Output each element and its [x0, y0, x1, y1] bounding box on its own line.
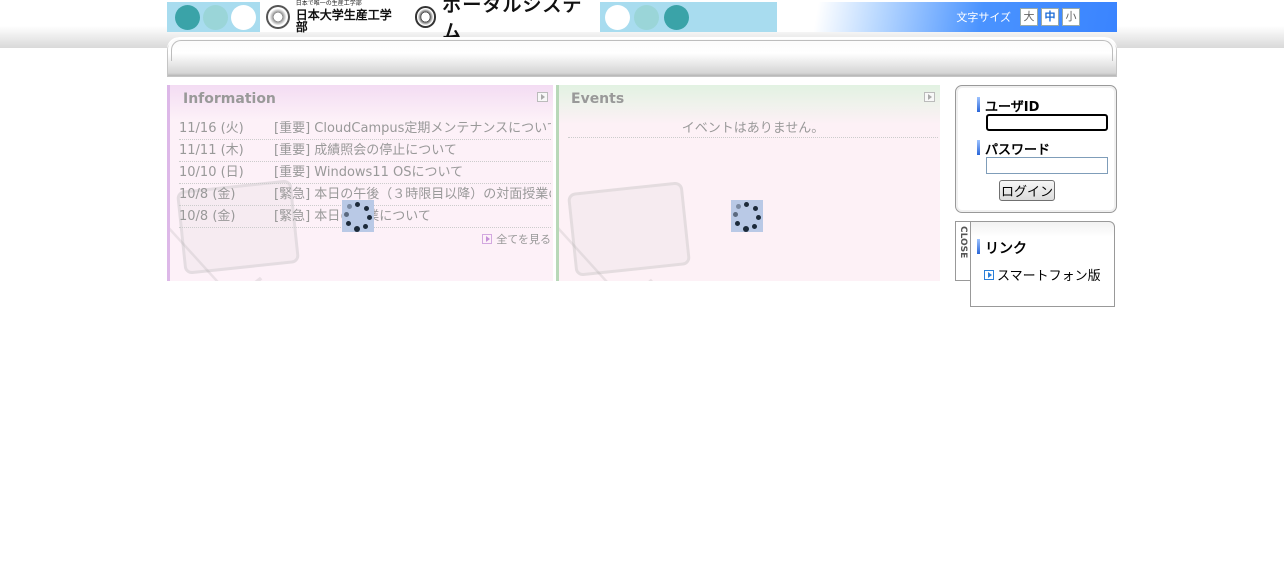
page-container: 日本で唯一の生産工学部 日本大学生産工学部 ポータルシステム 文字サイズ 大 中…: [167, 0, 1117, 584]
info-link[interactable]: [重要] CloudCampus定期メンテナンスについて: [274, 119, 551, 139]
close-links-tab[interactable]: CLOSE: [955, 221, 970, 281]
banner-circle: [175, 5, 200, 30]
banner-circle: [231, 5, 256, 30]
arrow-right-icon: [984, 269, 994, 280]
events-panel: Events イベントはありません。: [556, 85, 940, 281]
links-section: CLOSE リンク スマートフォン版: [955, 221, 1115, 307]
university-logo: 日本で唯一の生産工学部 日本大学生産工学部 ポータルシステム: [260, 0, 600, 43]
information-panel: Information 11/16 (火) [重要] CloudCampus定期…: [167, 85, 553, 281]
expand-events-icon[interactable]: [924, 92, 935, 102]
smartphone-version-link[interactable]: スマートフォン版: [984, 265, 1101, 284]
links-panel: リンク スマートフォン版: [970, 221, 1115, 307]
font-size-selector: 文字サイズ 大 中 小: [777, 2, 1117, 32]
font-size-large-button[interactable]: 大: [1020, 8, 1038, 26]
info-date: 11/16 (火): [179, 121, 244, 136]
link-label: スマートフォン版: [997, 269, 1101, 284]
portal-banner: 日本で唯一の生産工学部 日本大学生産工学部 ポータルシステム: [167, 0, 777, 43]
info-date: 10/10 (日): [179, 165, 244, 180]
banner-circle: [664, 5, 689, 30]
university-name: 日本大学生産工学部: [295, 8, 392, 34]
password-label: パスワード: [977, 139, 1050, 158]
info-link[interactable]: [緊急] 本日の授業について: [274, 207, 551, 227]
font-size-small-button[interactable]: 小: [1062, 8, 1080, 26]
links-title: リンク: [977, 238, 1027, 258]
user-id-label: ユーザID: [977, 96, 1039, 115]
see-all-link[interactable]: 全てを見る: [482, 231, 551, 247]
events-title: Events: [571, 91, 625, 107]
login-form: ユーザID パスワード ログイン: [955, 85, 1117, 213]
navigation-bar: [167, 37, 1117, 77]
banner-circle: [605, 5, 630, 30]
banner-circle: [634, 5, 659, 30]
info-link[interactable]: [緊急] 本日の午後（３時限目以降）の対面授業の: [274, 185, 551, 205]
list-item: 11/11 (木) [重要] 成績照会の停止について: [179, 141, 551, 162]
info-date: 11/11 (木): [179, 143, 244, 158]
info-link[interactable]: [重要] 成績照会の停止について: [274, 141, 551, 161]
arrow-right-icon: [482, 234, 493, 244]
font-size-label: 文字サイズ: [956, 11, 1011, 24]
info-date: 10/8 (金): [179, 209, 236, 224]
no-events-message: イベントはありません。: [568, 119, 938, 138]
loading-spinner-icon: [342, 200, 374, 232]
expand-information-icon[interactable]: [537, 92, 548, 102]
faculty-emblem-icon: [414, 6, 437, 28]
user-id-input[interactable]: [986, 114, 1108, 131]
envelope-watermark-icon: [566, 181, 692, 277]
list-item: 11/16 (火) [重要] CloudCampus定期メンテナンスについて: [179, 119, 551, 140]
see-all-label: 全てを見る: [496, 233, 551, 246]
information-title: Information: [183, 91, 276, 107]
login-button[interactable]: ログイン: [999, 180, 1055, 201]
password-input[interactable]: [986, 157, 1108, 174]
font-size-medium-button[interactable]: 中: [1041, 8, 1059, 26]
university-tagline: 日本で唯一の生産工学部: [295, 0, 362, 7]
info-link[interactable]: [重要] Windows11 OSについて: [274, 163, 551, 183]
banner-circle: [203, 5, 228, 30]
list-item: 10/10 (日) [重要] Windows11 OSについて: [179, 163, 551, 184]
loading-spinner-icon: [731, 200, 763, 232]
info-date: 10/8 (金): [179, 187, 236, 202]
close-label: CLOSE: [958, 226, 968, 259]
university-seal-icon: [266, 5, 290, 29]
